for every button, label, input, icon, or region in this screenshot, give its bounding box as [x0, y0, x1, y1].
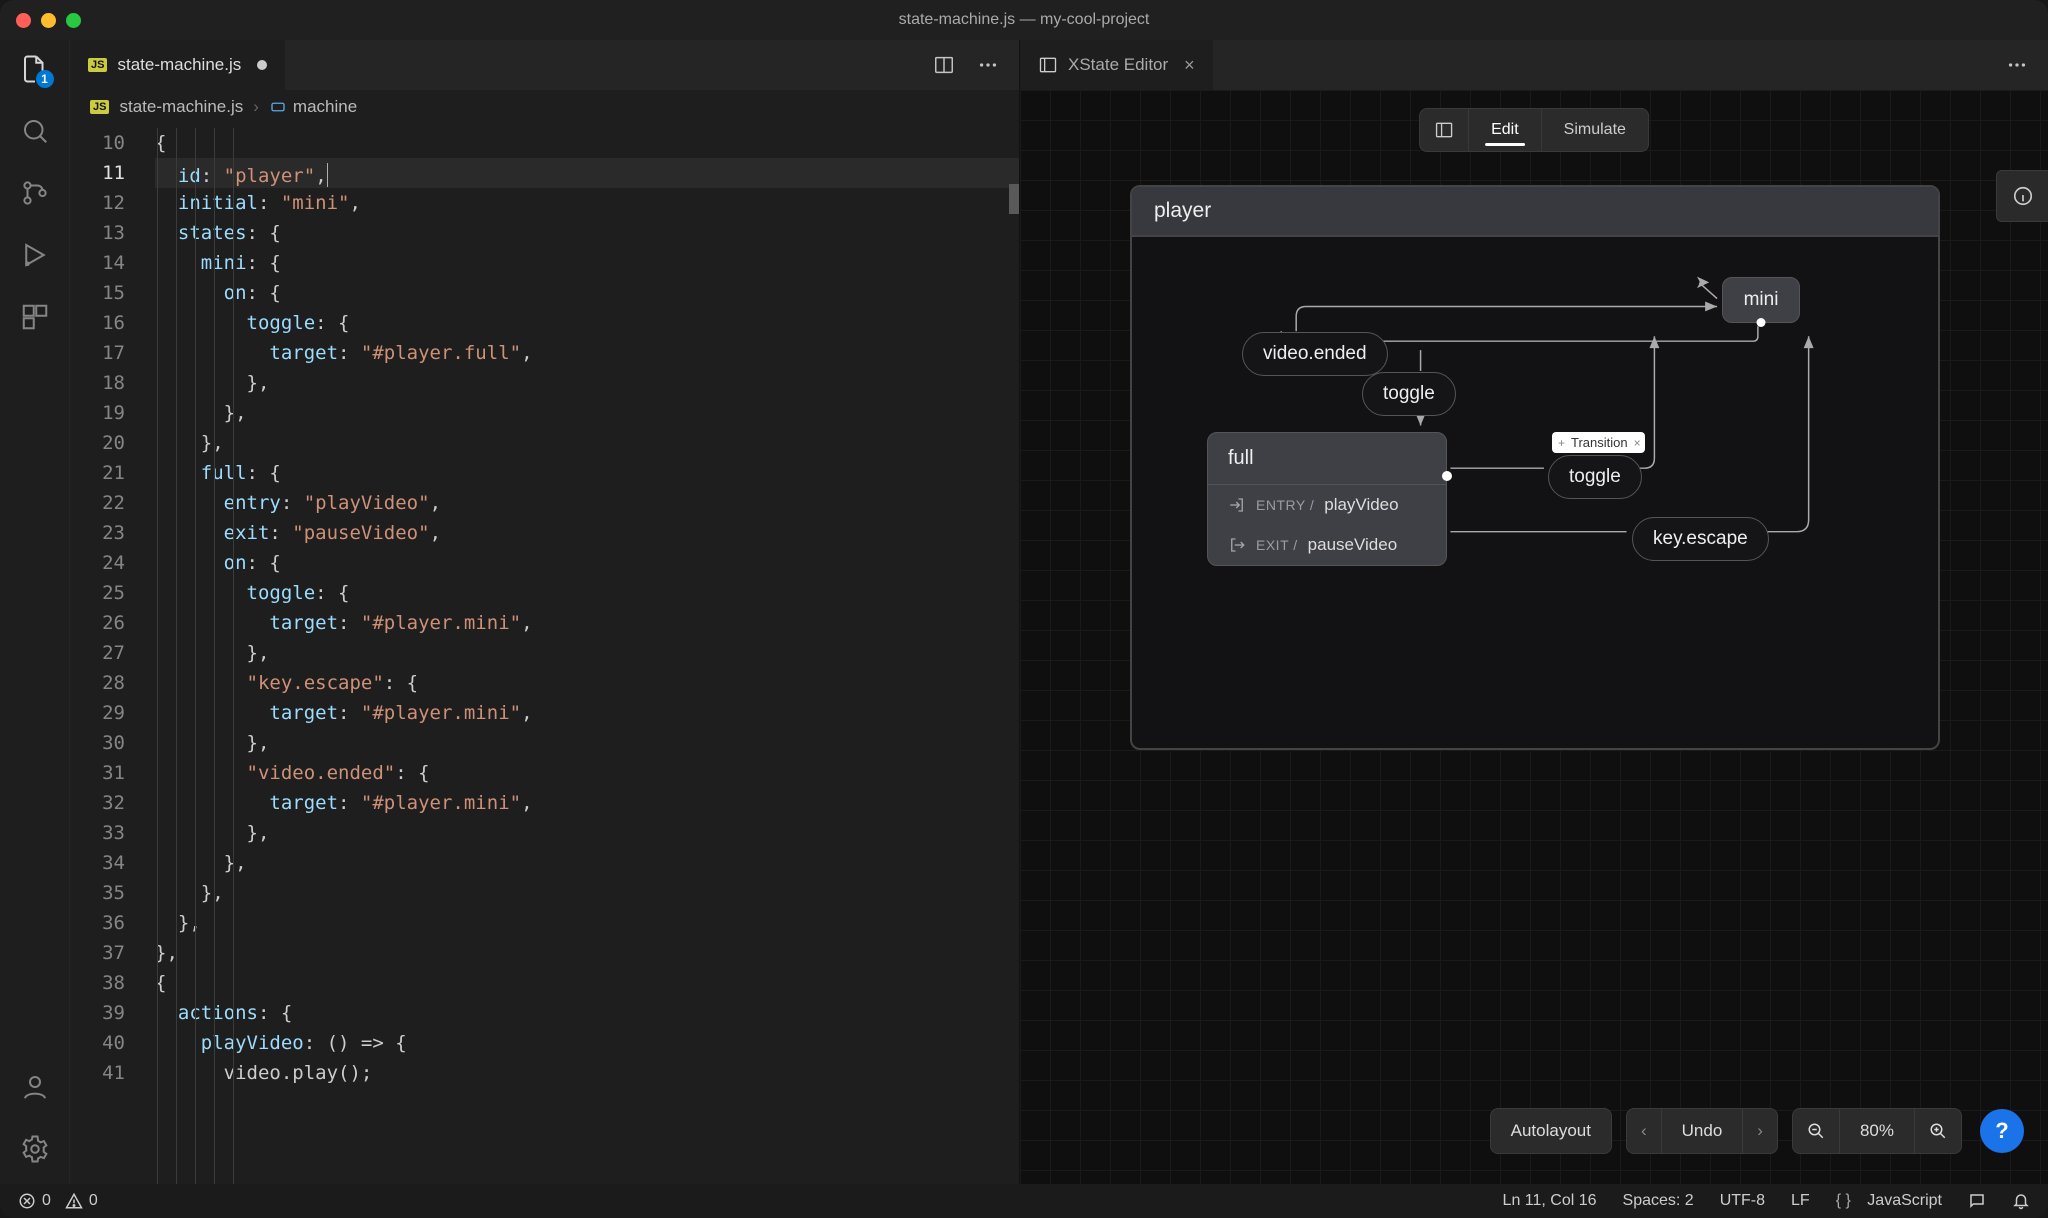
status-eol[interactable]: LF [1791, 1192, 1810, 1210]
status-bell-icon[interactable] [2012, 1192, 2030, 1210]
toggle-panel-button[interactable] [1420, 109, 1469, 151]
breadcrumb[interactable]: JS state-machine.js › machine [70, 90, 1019, 124]
explorer-icon[interactable]: 1 [18, 52, 52, 86]
simulate-mode-button[interactable]: Simulate [1542, 109, 1648, 151]
search-icon[interactable] [18, 114, 52, 148]
accounts-icon[interactable] [18, 1070, 52, 1104]
symbol-variable-icon [269, 98, 287, 116]
breadcrumb-file: state-machine.js [119, 97, 243, 117]
status-cursor-pos[interactable]: Ln 11, Col 16 [1503, 1192, 1597, 1210]
close-icon[interactable]: × [1184, 55, 1195, 76]
source-control-icon[interactable] [18, 176, 52, 210]
settings-gear-icon[interactable] [18, 1132, 52, 1166]
zoom-out-button[interactable] [1792, 1108, 1840, 1154]
initial-state-icon: ➤ [1695, 272, 1710, 293]
split-editor-icon[interactable] [933, 54, 955, 76]
event-toggle-to-full[interactable]: toggle [1362, 372, 1456, 416]
xstate-editor-pane: XState Editor × Edit Simulate [1020, 40, 2048, 1184]
zoom-in-button[interactable] [1915, 1108, 1962, 1154]
event-toggle-to-mini[interactable]: toggle [1548, 455, 1642, 499]
state-node-mini[interactable]: mini [1722, 277, 1800, 323]
panel-icon [1038, 55, 1058, 75]
js-file-icon: JS [88, 58, 107, 72]
entry-icon [1228, 496, 1246, 514]
activity-bar: 1 [0, 40, 70, 1184]
js-file-icon: JS [90, 100, 109, 114]
zoom-level[interactable]: 80% [1840, 1108, 1915, 1154]
window-minimize[interactable] [41, 13, 56, 28]
titlebar: state-machine.js — my-cool-project [0, 0, 2048, 40]
status-indent[interactable]: Spaces: 2 [1623, 1192, 1694, 1210]
dirty-indicator-icon [257, 60, 267, 70]
event-key-escape[interactable]: key.escape [1632, 517, 1769, 561]
entry-label: ENTRY / [1256, 497, 1314, 513]
status-feedback-icon[interactable] [1968, 1192, 1986, 1210]
window-title: state-machine.js — my-cool-project [0, 11, 2048, 29]
tab-state-machine[interactable]: JS state-machine.js [70, 40, 286, 90]
window-maximize[interactable] [66, 13, 81, 28]
xstate-canvas[interactable]: Edit Simulate player [1020, 90, 2048, 1184]
entry-value: playVideo [1324, 495, 1398, 515]
exit-action-row[interactable]: EXIT / pauseVideo [1208, 525, 1446, 565]
exit-value: pauseVideo [1308, 535, 1398, 555]
close-icon[interactable]: × [1634, 436, 1641, 450]
status-warnings-count: 0 [89, 1192, 98, 1210]
more-actions-icon[interactable] [2006, 54, 2028, 76]
event-video-ended[interactable]: video.ended [1242, 332, 1388, 376]
autolayout-button[interactable]: Autolayout [1490, 1108, 1612, 1154]
extensions-icon[interactable] [18, 300, 52, 334]
state-node-full-title: full [1208, 433, 1446, 485]
explorer-badge: 1 [36, 70, 54, 88]
transition-tag[interactable]: + Transition × [1552, 432, 1645, 453]
entry-action-row[interactable]: ENTRY / playVideo [1208, 485, 1446, 525]
state-node-full[interactable]: full ENTRY / playVideo EXIT / pauseVide [1207, 432, 1447, 566]
undo-prev-button[interactable]: ‹ [1626, 1108, 1662, 1154]
status-encoding[interactable]: UTF-8 [1720, 1192, 1765, 1210]
plus-icon: + [1558, 436, 1565, 450]
tab-label: state-machine.js [117, 55, 241, 75]
breadcrumb-symbol: machine [293, 97, 357, 117]
code-editor-pane: JS state-machine.js JS state-machine.js … [70, 40, 1020, 1184]
status-warnings[interactable]: 0 [65, 1192, 98, 1210]
state-diagram[interactable]: player [1130, 185, 1940, 750]
tab-label: XState Editor [1068, 55, 1168, 75]
status-language[interactable]: { } JavaScript [1836, 1192, 1942, 1210]
undo-next-button[interactable]: › [1743, 1108, 1778, 1154]
undo-button[interactable]: Undo [1662, 1108, 1744, 1154]
transition-tag-label: Transition [1571, 435, 1628, 450]
status-errors-count: 0 [42, 1192, 51, 1210]
info-button[interactable] [1996, 170, 2048, 222]
help-button[interactable]: ? [1980, 1109, 2024, 1153]
tab-xstate-editor[interactable]: XState Editor × [1020, 40, 1214, 90]
minimap-viewport[interactable] [1009, 184, 1019, 214]
exit-label: EXIT / [1256, 537, 1298, 553]
statusbar: 0 0 Ln 11, Col 16 Spaces: 2 UTF-8 LF { }… [0, 1184, 2048, 1218]
machine-title[interactable]: player [1132, 187, 1938, 237]
status-errors[interactable]: 0 [18, 1192, 51, 1210]
window-close[interactable] [16, 13, 31, 28]
chevron-right-icon: › [253, 97, 259, 117]
status-language-label: JavaScript [1867, 1192, 1942, 1210]
run-debug-icon[interactable] [18, 238, 52, 272]
xstate-mode-switch: Edit Simulate [1419, 108, 1649, 152]
more-actions-icon[interactable] [977, 54, 999, 76]
line-gutter: 1011121314151617181920212223242526272829… [70, 124, 155, 1184]
code-editor[interactable]: 1011121314151617181920212223242526272829… [70, 124, 1019, 1184]
edit-mode-button[interactable]: Edit [1469, 109, 1542, 151]
code-content[interactable]: { id: "player", initial: "mini", states:… [155, 124, 1019, 1184]
exit-icon [1228, 536, 1246, 554]
